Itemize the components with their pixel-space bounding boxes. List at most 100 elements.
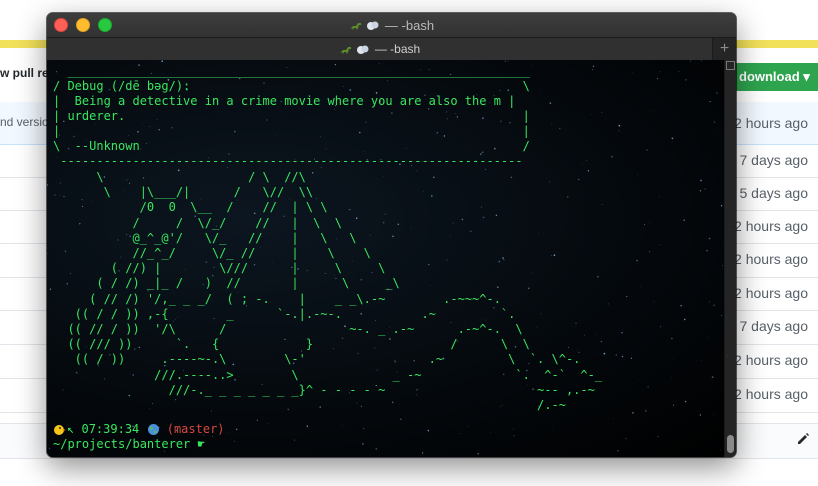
star [701,359,702,361]
star [699,190,702,192]
new-pull-request-button[interactable]: w pull re [0,66,49,80]
star [607,303,609,305]
window-controls [54,18,112,32]
star [653,111,655,112]
terminal-window[interactable]: — -bash — -bash + ______________________… [47,13,736,457]
star [591,69,593,71]
puff-icon [366,21,379,30]
star [700,179,702,182]
star [513,428,514,430]
star [47,184,49,186]
star [704,188,706,190]
star [421,452,424,454]
star [161,60,163,62]
minimize-button[interactable] [76,18,90,32]
star [706,249,708,252]
star [490,432,491,434]
star [701,60,702,62]
star [721,61,722,63]
new-tab-button[interactable]: + [713,38,736,60]
puff-icon [356,45,369,54]
star [645,410,647,412]
star [637,174,638,176]
star [342,425,344,426]
star [683,219,685,221]
star [49,288,52,291]
star [48,447,51,450]
star [671,377,672,379]
star [592,65,595,68]
star [632,412,634,414]
star [658,196,660,198]
star [690,60,692,62]
star [617,450,619,452]
star [477,452,479,455]
star [649,222,650,223]
star [618,130,620,132]
star [513,435,515,437]
close-button[interactable] [54,18,68,32]
star [662,285,664,286]
star [640,285,642,287]
star [716,173,718,174]
star [399,418,402,421]
star [699,414,701,416]
arrow-glyph: ↖︎ [67,422,75,436]
star [708,237,711,240]
star [685,79,687,81]
star [613,418,614,419]
pencil-icon[interactable] [796,432,810,446]
star [559,127,561,130]
scroll-thumb[interactable] [727,435,734,453]
star [306,425,309,427]
download-button[interactable]: download ▾ [733,63,818,91]
star [653,300,655,302]
star [621,355,624,358]
scrollbar[interactable] [724,60,736,457]
star [678,70,680,72]
commit-message[interactable]: nd versio [0,115,49,129]
star [716,92,718,94]
star [294,439,296,441]
globe-icon [147,424,159,435]
star [639,379,640,381]
star [621,332,623,334]
scroll-marker-button[interactable] [726,61,735,70]
star [671,137,674,140]
star [427,429,430,432]
star [707,337,708,339]
star [532,65,533,67]
star [549,102,552,104]
terminal-screen[interactable]: ________________________________________… [47,60,736,457]
star [362,443,364,445]
tab-bash[interactable]: — -bash [47,38,713,60]
star [256,419,259,422]
star [671,337,673,340]
star [673,358,674,360]
prompt-time: 07:39:34 [81,422,140,436]
window-title: — -bash [384,17,435,33]
star [657,435,659,437]
title-bar[interactable]: — -bash [47,13,736,37]
prompt-symbol: ☛ [197,437,205,451]
chick-icon [54,424,66,435]
star [659,244,661,246]
star [603,352,606,355]
dragon-ascii-art: \ / \ //\ \ |\___/| / \// \\ /0 0 \__ / … [67,170,603,413]
row-time: 7 days ago [739,152,809,168]
star [709,101,711,103]
dinosaur-icon [349,22,361,30]
star [644,223,646,225]
star [656,78,659,80]
row-time: 2 hours ago [734,251,808,267]
star [709,301,711,303]
star [684,400,687,403]
prompt-input-line[interactable]: ~/projects/banterer ☛ [53,437,205,451]
star [647,386,649,388]
star [660,326,662,328]
zoom-button[interactable] [98,18,112,32]
star [410,434,412,435]
star [618,124,621,127]
star [722,265,724,267]
star [266,423,268,424]
